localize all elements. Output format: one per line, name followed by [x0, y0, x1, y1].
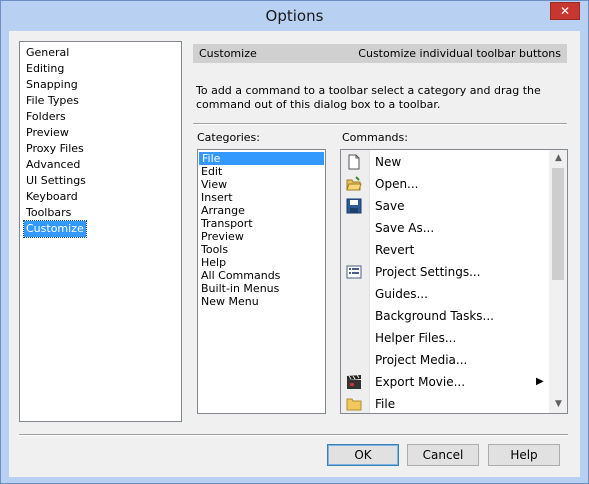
- command-item-new[interactable]: New: [341, 151, 551, 173]
- category-item-edit[interactable]: Edit: [198, 165, 325, 178]
- help-button[interactable]: Help: [488, 444, 560, 466]
- category-item-help[interactable]: Help: [198, 256, 325, 269]
- category-item-arrange[interactable]: Arrange: [198, 204, 325, 217]
- nav-item-editing[interactable]: Editing: [24, 61, 66, 77]
- categories-label: Categories:: [197, 131, 260, 144]
- command-item-save-as[interactable]: Save As...: [341, 217, 551, 239]
- nav-item-toolbars[interactable]: Toolbars: [24, 205, 73, 221]
- divider: [193, 123, 567, 125]
- nav-row[interactable]: Folders: [20, 109, 181, 125]
- panel-header: Customize Customize individual toolbar b…: [193, 44, 567, 63]
- nav-item-ui-settings[interactable]: UI Settings: [24, 173, 88, 189]
- categories-listbox[interactable]: File Edit View Insert Arrange Transport Previe…: [197, 149, 326, 414]
- command-label: Project Settings...: [375, 265, 481, 279]
- scroll-thumb[interactable]: [552, 168, 564, 280]
- command-item-project-media[interactable]: Project Media...: [341, 349, 551, 371]
- dialog-client-area: General Editing Snapping File Types Folders P…: [9, 31, 580, 477]
- category-item-file[interactable]: File: [199, 152, 324, 165]
- ok-button[interactable]: OK: [327, 444, 399, 466]
- nav-item-folders[interactable]: Folders: [24, 109, 68, 125]
- cancel-button[interactable]: Cancel: [407, 444, 479, 466]
- command-label: File: [375, 397, 396, 411]
- open-folder-icon: [346, 176, 362, 192]
- nav-item-file-types[interactable]: File Types: [24, 93, 81, 109]
- commands-label: Commands:: [342, 131, 408, 144]
- command-item-open[interactable]: Open...: [341, 173, 551, 195]
- command-label: Guides...: [375, 287, 428, 301]
- command-label: Open...: [375, 177, 419, 191]
- nav-row[interactable]: UI Settings: [20, 173, 181, 189]
- nav-row[interactable]: Advanced: [20, 157, 181, 173]
- nav-row[interactable]: Customize: [20, 220, 181, 238]
- category-item-tools[interactable]: Tools: [198, 243, 325, 256]
- nav-item-keyboard[interactable]: Keyboard: [24, 189, 80, 205]
- command-label: New: [375, 155, 402, 169]
- submenu-arrow-icon: ▶: [536, 376, 544, 387]
- nav-item-customize[interactable]: Customize: [23, 220, 87, 238]
- category-item-preview[interactable]: Preview: [198, 230, 325, 243]
- command-item-export-movie[interactable]: Export Movie... ▶: [341, 371, 551, 393]
- close-button[interactable]: ✕: [550, 2, 580, 20]
- command-label: Project Media...: [375, 353, 468, 367]
- nav-item-general[interactable]: General: [24, 45, 71, 61]
- command-item-helper-files[interactable]: Helper Files...: [341, 327, 551, 349]
- command-item-background-tasks[interactable]: Background Tasks...: [341, 305, 551, 327]
- nav-item-proxy-files[interactable]: Proxy Files: [24, 141, 86, 157]
- options-dialog: Options ✕ General Editing Snapping File Typ…: [0, 0, 589, 484]
- category-item-new-menu[interactable]: New Menu: [198, 295, 325, 308]
- command-label: Save: [375, 199, 405, 213]
- commands-scrollbar[interactable]: ▲ ▼: [549, 150, 567, 413]
- scroll-down-arrow-icon[interactable]: ▼: [550, 396, 567, 413]
- nav-row[interactable]: Editing: [20, 61, 181, 77]
- nav-item-preview[interactable]: Preview: [24, 125, 71, 141]
- command-label: Helper Files...: [375, 331, 457, 345]
- command-item-revert[interactable]: Revert: [341, 239, 551, 261]
- category-item-built-in-menus[interactable]: Built-in Menus: [198, 282, 325, 295]
- nav-row[interactable]: Keyboard: [20, 189, 181, 205]
- nav-row[interactable]: Preview: [20, 125, 181, 141]
- title-bar[interactable]: Options ✕: [1, 1, 588, 31]
- command-label: Background Tasks...: [375, 309, 494, 323]
- instructions-text: To add a command to a toolbar select a c…: [196, 84, 541, 111]
- command-item-guides[interactable]: Guides...: [341, 283, 551, 305]
- nav-row[interactable]: Toolbars: [20, 205, 181, 221]
- panel-header-subtitle: Customize individual toolbar buttons: [358, 47, 561, 60]
- nav-row[interactable]: Proxy Files: [20, 141, 181, 157]
- save-disk-icon: [346, 198, 362, 214]
- panel-header-title: Customize: [199, 47, 257, 60]
- command-label: Export Movie...: [375, 375, 466, 389]
- command-label: Save As...: [375, 221, 435, 235]
- commands-listbox[interactable]: New Open... Save Save As... Revert Project Se…: [340, 149, 568, 414]
- project-settings-icon: [346, 264, 362, 280]
- folder-icon: [346, 396, 362, 412]
- window-title: Options: [265, 7, 324, 25]
- category-item-insert[interactable]: Insert: [198, 191, 325, 204]
- scroll-up-arrow-icon[interactable]: ▲: [550, 150, 567, 167]
- nav-row[interactable]: Snapping: [20, 77, 181, 93]
- nav-item-snapping[interactable]: Snapping: [24, 77, 80, 93]
- clapperboard-icon: [346, 374, 362, 390]
- nav-item-advanced[interactable]: Advanced: [24, 157, 82, 173]
- category-item-transport[interactable]: Transport: [198, 217, 325, 230]
- command-item-save[interactable]: Save: [341, 195, 551, 217]
- nav-row[interactable]: File Types: [20, 93, 181, 109]
- divider: [19, 434, 568, 436]
- category-item-all-commands[interactable]: All Commands: [198, 269, 325, 282]
- commands-items: New Open... Save Save As... Revert Project Se…: [341, 151, 551, 413]
- category-item-view[interactable]: View: [198, 178, 325, 191]
- new-document-icon: [346, 154, 362, 170]
- command-item-file[interactable]: File: [341, 393, 551, 413]
- nav-row[interactable]: General: [20, 45, 181, 61]
- command-label: Revert: [375, 243, 415, 257]
- command-item-project-settings[interactable]: Project Settings...: [341, 261, 551, 283]
- options-category-list[interactable]: General Editing Snapping File Types Folders P…: [19, 41, 182, 422]
